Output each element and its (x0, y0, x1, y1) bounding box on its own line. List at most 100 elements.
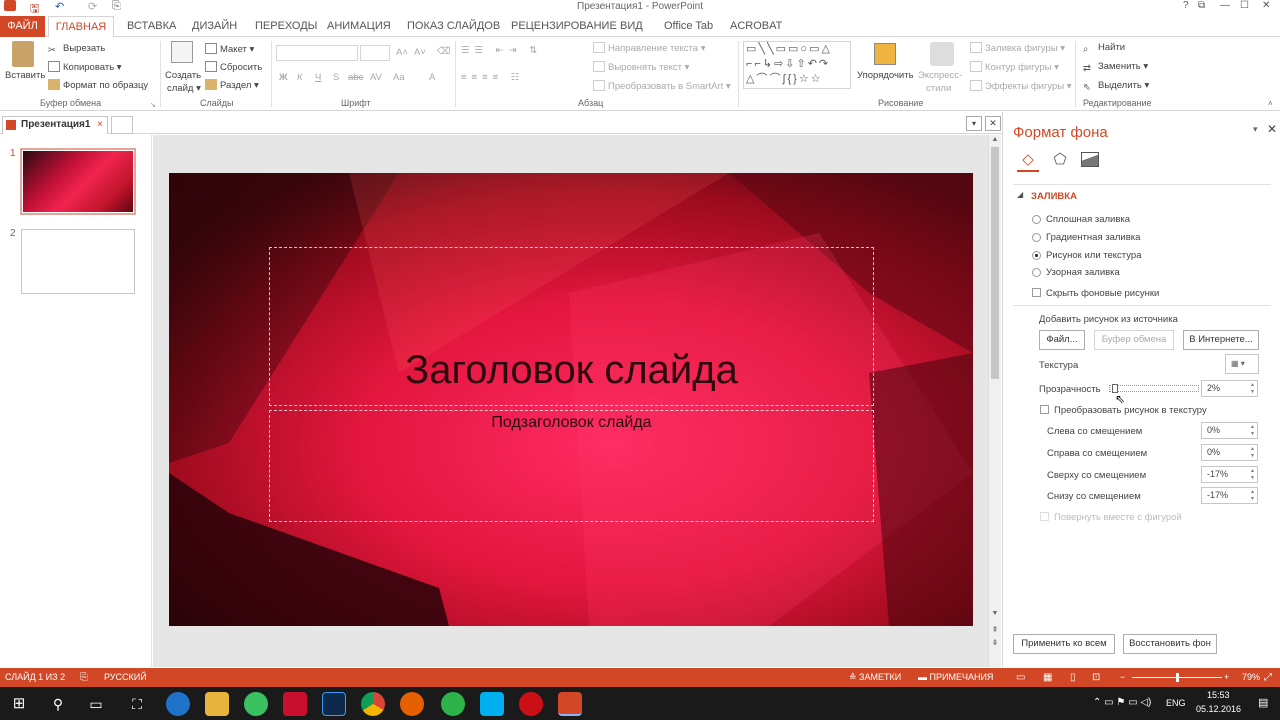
picture-fill-label[interactable]: Рисунок или текстура (1046, 250, 1141, 261)
file-explorer-icon[interactable] (205, 692, 229, 716)
radio-pattern-fill[interactable] (1032, 268, 1041, 277)
shape-outline-button[interactable]: Контур фигуры ▾ (970, 61, 1059, 73)
close-tab-icon[interactable]: × (97, 117, 103, 133)
scroll-up-icon[interactable]: ▲ (989, 136, 1001, 143)
new-slide-dropdown[interactable]: слайд ▾ (167, 83, 201, 94)
opera-icon[interactable] (519, 692, 543, 716)
powerpoint-taskbar-icon[interactable] (558, 692, 582, 716)
arrange-button[interactable]: Упорядочить (857, 70, 914, 81)
change-case-button[interactable]: Aa (393, 72, 405, 83)
tab-acrobat[interactable]: ACROBAT (730, 18, 782, 36)
clear-format-icon[interactable]: ⌫ (437, 46, 450, 57)
tab-slideshow[interactable]: ПОКАЗ СЛАЙДОВ (407, 18, 500, 36)
radio-solid-fill[interactable] (1032, 215, 1041, 224)
effects-tab-icon[interactable]: ⬠ (1049, 150, 1071, 172)
zoom-in-icon[interactable]: + (1224, 668, 1229, 687)
align-text-button[interactable]: Выровнять текст ▾ (593, 61, 689, 73)
firefox-icon[interactable] (400, 692, 424, 716)
clock-time[interactable]: 15:53 (1207, 690, 1230, 700)
tab-design[interactable]: ДИЗАЙН (192, 18, 237, 36)
input-language[interactable]: ENG (1166, 698, 1186, 708)
normal-view-icon[interactable]: ▭ (1016, 668, 1025, 687)
apply-to-all-button[interactable]: Применить ко всем (1013, 634, 1115, 654)
search-icon[interactable]: ⚲ (46, 692, 70, 716)
close-document-button[interactable]: ✕ (985, 116, 1001, 131)
slide-counter[interactable]: СЛАЙД 1 ИЗ 2 (5, 668, 65, 687)
photoshop-icon[interactable] (322, 692, 346, 716)
hide-background-label[interactable]: Скрыть фоновые рисунки (1046, 288, 1159, 299)
radio-gradient-fill[interactable] (1032, 233, 1041, 242)
tab-review[interactable]: РЕЦЕНЗИРОВАНИЕ (511, 18, 617, 36)
rotate-with-shape-label[interactable]: Повернуть вместе с фигурой (1054, 512, 1182, 523)
filezilla-icon[interactable] (283, 692, 307, 716)
strikethrough-button[interactable]: abc (348, 72, 363, 83)
layout-button[interactable]: Макет ▾ (205, 43, 254, 55)
new-slide-icon[interactable] (171, 41, 193, 63)
solid-fill-label[interactable]: Сплошная заливка (1046, 214, 1130, 225)
fill-tab-icon[interactable]: ◇ (1017, 150, 1039, 172)
quick-styles-icon[interactable] (930, 42, 954, 66)
paste-icon[interactable] (12, 41, 34, 67)
offset-top-input[interactable]: -17% (1201, 466, 1258, 483)
file-button[interactable]: Файл... (1039, 330, 1085, 350)
find-button[interactable]: ⌕ Найти (1083, 42, 1125, 55)
copy-button[interactable]: Копировать ▾ (48, 61, 122, 73)
bold-button[interactable]: Ж (279, 72, 288, 83)
offset-right-input[interactable]: 0% (1201, 444, 1258, 461)
reset-background-button[interactable]: Восстановить фон (1123, 634, 1217, 654)
pane-options-icon[interactable]: ▾ (1253, 124, 1258, 135)
notes-button[interactable]: ≙ ЗАМЕТКИ (849, 668, 901, 687)
tile-checkbox[interactable] (1040, 405, 1049, 414)
spacing-button[interactable]: AV (370, 72, 382, 83)
comments-button[interactable]: ▬ ПРИМЕЧАНИЯ (918, 668, 993, 687)
quick-styles-button[interactable]: Экспресс- (918, 70, 962, 81)
zoom-slider[interactable] (1132, 673, 1222, 682)
radio-picture-fill[interactable] (1032, 251, 1041, 260)
shrink-font-button[interactable]: A˅ (414, 47, 426, 58)
task-view-icon[interactable]: ▭ (84, 692, 108, 716)
zoom-level[interactable]: 79% (1242, 668, 1260, 687)
transparency-slider[interactable] (1109, 384, 1199, 393)
slide-thumbnail-2[interactable] (21, 229, 135, 294)
windows-start-icon[interactable]: ⊞ (7, 692, 31, 716)
texture-picker[interactable]: ▦ ▾ (1225, 354, 1259, 374)
close-button[interactable]: ✕ (1262, 0, 1270, 11)
tab-office-tab[interactable]: Office Tab (664, 18, 713, 36)
replace-button[interactable]: ⇄ Заменить ▾ (1083, 61, 1148, 74)
cut-button[interactable]: ✂ Вырезать (48, 43, 105, 56)
store-icon[interactable]: ⛶ (125, 692, 149, 716)
smartart-button[interactable]: Преобразовать в SmartArt ▾ (593, 80, 731, 92)
rotate-with-shape-checkbox[interactable] (1040, 512, 1049, 521)
slide-thumbnail-1[interactable] (20, 148, 136, 215)
paste-button[interactable]: Вставить (5, 70, 45, 81)
tab-file[interactable]: ФАЙЛ (0, 16, 45, 37)
sorter-view-icon[interactable]: ▦ (1043, 668, 1052, 687)
format-painter-button[interactable]: Формат по образцу (48, 79, 148, 91)
reset-button[interactable]: Сбросить (205, 61, 262, 73)
tray-icons[interactable]: ⌃ ▭ ⚑ ▭ ◁) (1093, 697, 1151, 708)
mail-agent-icon[interactable] (441, 692, 465, 716)
maximize-button[interactable]: ☐ (1240, 0, 1249, 11)
slideshow-view-icon[interactable]: ⊡ (1092, 668, 1100, 687)
gradient-fill-label[interactable]: Градиентная заливка (1046, 232, 1140, 243)
pattern-fill-label[interactable]: Узорная заливка (1046, 267, 1120, 278)
new-slide-button[interactable]: Создать (165, 70, 201, 81)
text-direction-button[interactable]: Направление текста ▾ (593, 42, 705, 54)
shape-fill-button[interactable]: Заливка фигуры ▾ (970, 42, 1065, 54)
whatsapp-icon[interactable] (244, 692, 268, 716)
scrollbar-thumb[interactable] (991, 147, 999, 379)
fit-slide-icon[interactable]: ⤢ (1264, 668, 1272, 687)
tab-insert[interactable]: ВСТАВКА (127, 18, 176, 36)
select-button[interactable]: ⇖ Выделить ▾ (1083, 80, 1149, 93)
reading-view-icon[interactable]: ▯ (1070, 668, 1076, 687)
title-placeholder[interactable]: Заголовок слайда (269, 247, 874, 406)
picture-tab-icon[interactable] (1081, 152, 1099, 167)
next-slide-icon[interactable]: ⇟ (989, 638, 1001, 647)
tile-label[interactable]: Преобразовать рисунок в текстуру (1054, 405, 1207, 416)
online-button[interactable]: В Интернете... (1183, 330, 1259, 350)
vertical-scrollbar[interactable]: ▲ ▼ ⇞ ⇟ (988, 135, 1001, 667)
fill-section-header[interactable]: ЗАЛИВКА (1031, 191, 1077, 202)
section-collapse-icon[interactable]: ◢ (1017, 190, 1023, 199)
tab-home[interactable]: ГЛАВНАЯ (48, 16, 114, 38)
edge-icon[interactable] (166, 692, 190, 716)
